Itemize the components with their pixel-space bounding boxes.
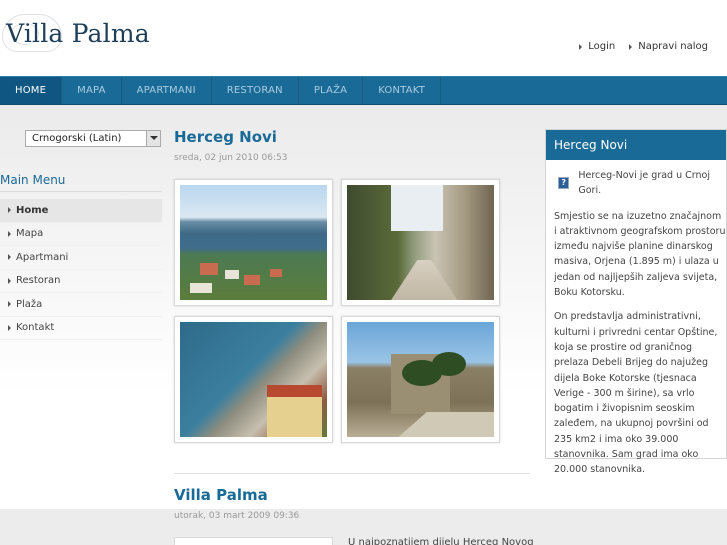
menu-item-label: Home <box>16 204 49 216</box>
street-image <box>347 185 494 300</box>
bay-image <box>180 185 327 300</box>
menu-item-mapa[interactable]: Mapa <box>0 223 162 246</box>
arrow-right-icon <box>8 324 11 331</box>
image-detail <box>267 397 322 437</box>
article-title[interactable]: Herceg Novi <box>174 128 277 146</box>
arrow-right-icon <box>8 254 11 261</box>
menu-item-label: Mapa <box>16 228 44 240</box>
menu-item-label: Restoran <box>16 275 61 287</box>
arrow-right-icon <box>8 230 11 237</box>
menu-item-kontakt[interactable]: Kontakt <box>0 317 162 340</box>
nav-mapa[interactable]: MAPA <box>62 77 122 104</box>
register-label: Napravi nalog <box>638 41 708 52</box>
main-nav: HOME MAPA APARTMANI RESTORAN PLAŽA KONTA… <box>0 76 727 105</box>
arrow-right-icon <box>579 43 583 50</box>
login-link[interactable]: Login <box>579 41 615 52</box>
site-logo[interactable]: Villa Palma <box>2 12 152 56</box>
panel-title: Herceg Novi <box>546 130 726 160</box>
nav-home[interactable]: HOME <box>0 77 63 104</box>
menu-item-home[interactable]: Home <box>0 199 162 223</box>
nav-plaza[interactable]: PLAŽA <box>299 77 364 104</box>
image-detail <box>391 185 443 231</box>
image-detail <box>200 263 218 275</box>
image-detail <box>270 269 282 277</box>
logo-text: Villa Palma <box>6 19 150 48</box>
image-detail <box>432 352 466 376</box>
main-menu-title: Main Menu <box>0 173 66 187</box>
main-menu: Home Mapa Apartmani Restoran Plaža Konta… <box>0 199 162 340</box>
article2-date: utorak, 03 mart 2009 09:36 <box>174 511 300 521</box>
arrow-right-icon <box>8 277 11 284</box>
menu-item-apartmani[interactable]: Apartmani <box>0 246 162 270</box>
nav-restoran[interactable]: RESTORAN <box>212 77 299 104</box>
article2-title[interactable]: Villa Palma <box>174 486 268 504</box>
photo-fortress[interactable] <box>341 316 500 443</box>
top-links: Login Napravi nalog <box>579 41 708 52</box>
menu-item-plaza[interactable]: Plaža <box>0 293 162 317</box>
broken-image-icon: ? <box>558 177 570 190</box>
image-detail <box>244 275 260 285</box>
menu-item-label: Apartmani <box>16 251 69 263</box>
arrow-right-icon <box>8 207 11 214</box>
site-header: Villa Palma Login Napravi nalog <box>0 0 727 76</box>
photo-harbor-aerial[interactable] <box>174 316 333 443</box>
arrow-right-icon <box>629 43 633 50</box>
fortress-image <box>347 322 494 437</box>
arrow-right-icon <box>8 301 11 308</box>
image-detail <box>190 283 212 293</box>
harbor-image <box>180 322 327 437</box>
menu-item-label: Kontakt <box>16 322 55 334</box>
nav-apartmani[interactable]: APARTMANI <box>122 77 212 104</box>
info-panel: Herceg Novi ? Herceg-Novi je grad u Crno… <box>545 129 727 475</box>
image-detail <box>225 270 239 279</box>
image-detail <box>391 259 458 300</box>
photo-old-street[interactable] <box>341 179 500 306</box>
chevron-down-icon[interactable] <box>146 131 160 146</box>
language-select[interactable]: Crnogorski (Latin) <box>25 130 161 147</box>
panel-intro-text: Herceg-Novi je grad u Crnoj Gori. <box>578 170 710 197</box>
article-divider <box>174 473 530 474</box>
menu-item-restoran[interactable]: Restoran <box>0 270 162 293</box>
article2-text: U najpoznatijem dijelu Herceg Novog <box>348 537 534 545</box>
menu-item-label: Plaža <box>16 298 43 310</box>
nav-kontakt[interactable]: KONTAKT <box>363 77 442 104</box>
article2-photo[interactable] <box>174 537 333 545</box>
panel-paragraph: Smjestio se na izuzetno značajnom i atra… <box>554 210 726 299</box>
panel-paragraph: On predstavlja administrativni, kulturni… <box>554 311 718 476</box>
menu-divider <box>0 191 162 192</box>
language-select-value: Crnogorski (Latin) <box>32 133 122 144</box>
login-label: Login <box>588 41 616 52</box>
photo-bay-view[interactable] <box>174 179 333 306</box>
panel-intro: ? Herceg-Novi je grad u Crnoj Gori. <box>554 168 726 199</box>
image-detail <box>398 411 494 437</box>
article-date: sreda, 02 jun 2010 06:53 <box>174 153 288 163</box>
panel-body: ? Herceg-Novi je grad u Crnoj Gori. Smje… <box>546 160 726 478</box>
register-link[interactable]: Napravi nalog <box>629 41 708 52</box>
